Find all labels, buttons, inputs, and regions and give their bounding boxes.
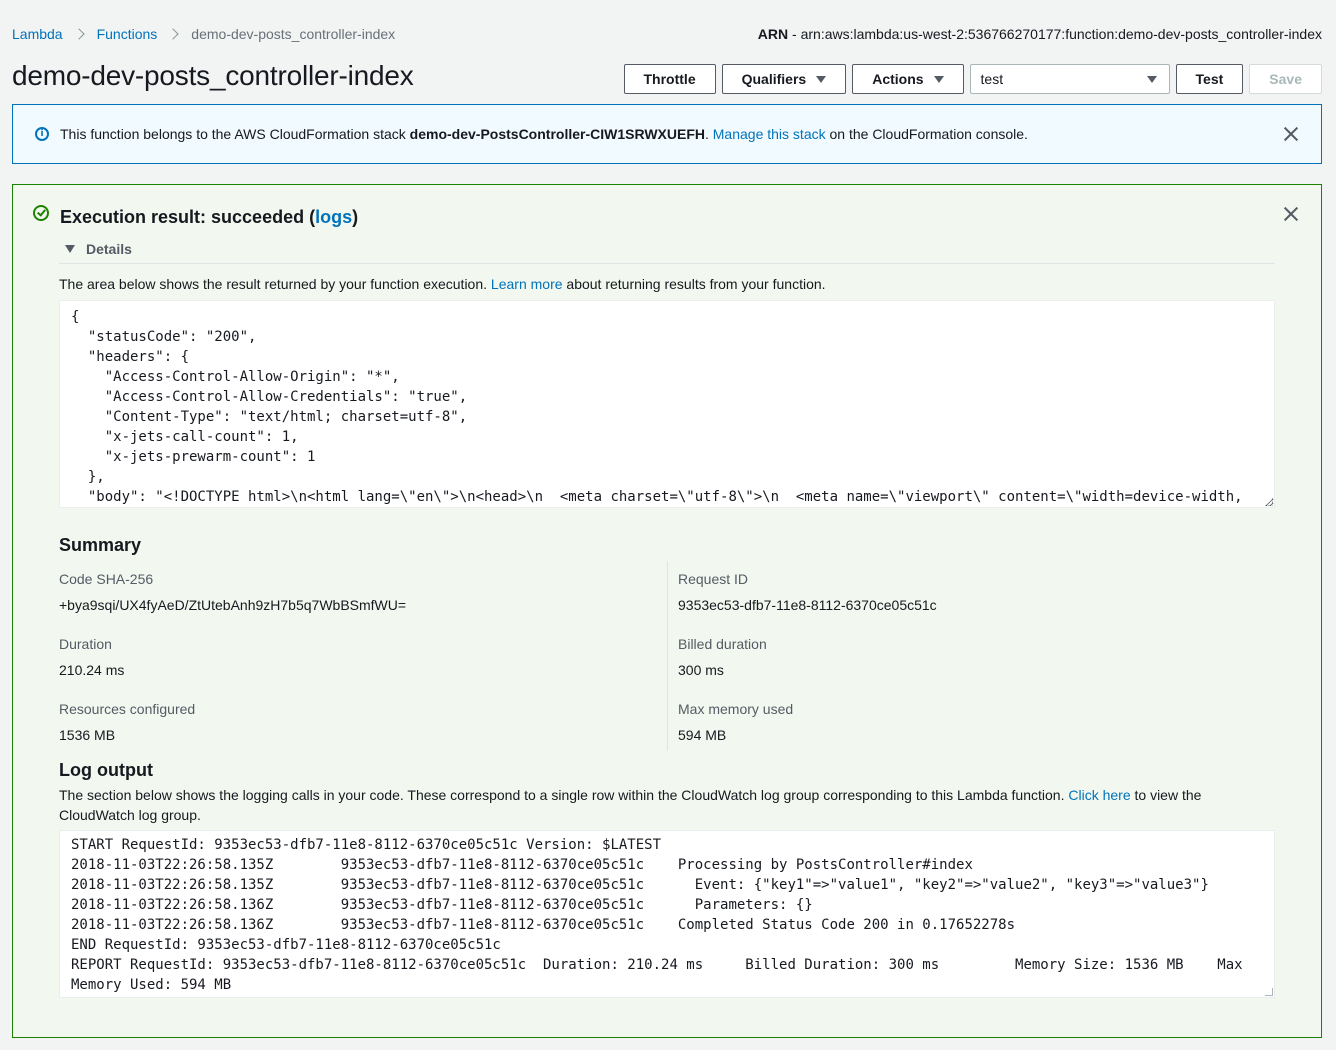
chevron-right-icon xyxy=(167,28,179,40)
summary-left-column: Code SHA-256 +bya9sqi/UX4fyAeD/ZtUtebAnh… xyxy=(59,561,619,751)
summary-resources: Resources configured 1536 MB xyxy=(59,691,619,756)
learn-more-link[interactable]: Learn more xyxy=(491,276,563,292)
summary-billed-duration: Billed duration 300 ms xyxy=(678,626,1227,691)
banner-suffix: on the CloudFormation console. xyxy=(825,126,1028,142)
summary-max-memory: Max memory used 594 MB xyxy=(678,691,1227,756)
code-sha-label: Code SHA-256 xyxy=(59,571,154,587)
page-title: demo-dev-posts_controller-index xyxy=(12,60,414,91)
actions-label: Actions xyxy=(872,71,924,87)
info-icon: i xyxy=(35,127,49,141)
actions-dropdown[interactable]: Actions xyxy=(852,64,964,94)
result-output-textarea[interactable]: { "statusCode": "200", "headers": { "Acc… xyxy=(59,300,1275,508)
result-title-suffix: ) xyxy=(352,207,359,227)
caret-down-icon xyxy=(933,75,944,83)
caret-down-icon xyxy=(816,75,827,83)
divider xyxy=(59,263,1275,264)
log-output-heading: Log output xyxy=(59,760,153,780)
summary-request-id: Request ID 9353ec53-dfb7-11e8-8112-6370c… xyxy=(678,561,1227,626)
function-toolbar: Throttle Qualifiers Actions test Test Sa… xyxy=(623,64,1322,94)
arn-value: arn:aws:lambda:us-west-2:536766270177:fu… xyxy=(800,26,1322,42)
result-description: The area below shows the result returned… xyxy=(59,276,826,292)
qualifiers-label: Qualifiers xyxy=(741,71,807,87)
check-circle-icon xyxy=(33,204,49,221)
banner-stack-name: demo-dev-PostsController-CIW1SRWXUEFH xyxy=(409,126,705,142)
banner-text: This function belongs to the AWS CloudFo… xyxy=(60,126,1028,142)
close-icon[interactable] xyxy=(1283,126,1299,142)
caret-down-icon xyxy=(1146,75,1157,83)
save-button[interactable]: Save xyxy=(1249,64,1322,94)
log-output-textarea[interactable]: START RequestId: 9353ec53-dfb7-11e8-8112… xyxy=(59,830,1275,998)
execution-result-header: Execution result: succeeded (logs) xyxy=(33,204,358,228)
result-output-text: { "statusCode": "200", "headers": { "Acc… xyxy=(71,309,1243,505)
log-output-description: The section below shows the logging call… xyxy=(59,785,1244,825)
execution-result-title: Execution result: succeeded (logs) xyxy=(60,207,358,228)
test-event-select[interactable]: test xyxy=(969,64,1170,94)
request-id-label: Request ID xyxy=(678,571,749,587)
details-label: Details xyxy=(86,241,132,257)
summary-right-column: Request ID 9353ec53-dfb7-11e8-8112-6370c… xyxy=(667,561,1227,751)
log-output-text: START RequestId: 9353ec53-dfb7-11e8-8112… xyxy=(71,837,1243,993)
qualifiers-dropdown[interactable]: Qualifiers xyxy=(721,64,847,94)
arn-label: ARN xyxy=(757,26,789,42)
arn-display: ARN - arn:aws:lambda:us-west-2:536766270… xyxy=(758,26,1322,42)
log-desc-prefix: The section below shows the logging call… xyxy=(59,787,1069,803)
breadcrumb-functions-link[interactable]: Functions xyxy=(97,26,158,42)
billed-duration-value: 300 ms xyxy=(678,662,724,678)
test-button[interactable]: Test xyxy=(1175,64,1244,94)
chevron-right-icon xyxy=(72,28,85,40)
throttle-label: Throttle xyxy=(643,71,696,87)
test-event-selected: test xyxy=(980,71,1004,87)
banner-prefix: This function belongs to the AWS CloudFo… xyxy=(60,126,410,142)
billed-duration-label: Billed duration xyxy=(678,636,767,652)
result-desc-prefix: The area below shows the result returned… xyxy=(59,276,491,292)
top-bar: Lambda Functions demo-dev-posts_controll… xyxy=(12,24,1322,44)
request-id-value: 9353ec53-dfb7-11e8-8112-6370ce05c51c xyxy=(678,597,937,613)
result-desc-suffix: about returning results from your functi… xyxy=(562,276,826,292)
execution-result-panel: Execution result: succeeded (logs) Detai… xyxy=(12,184,1322,1038)
duration-value: 210.24 ms xyxy=(59,662,125,678)
result-title-prefix: Execution result: succeeded ( xyxy=(60,207,316,227)
arn-separator: - xyxy=(788,26,801,42)
test-label: Test xyxy=(1195,71,1224,87)
logs-link[interactable]: logs xyxy=(315,207,352,227)
manage-stack-link[interactable]: Manage this stack xyxy=(713,126,826,142)
details-toggle[interactable]: Details xyxy=(65,241,132,257)
cloudformation-info-banner: i This function belongs to the AWS Cloud… xyxy=(12,104,1322,164)
resize-handle-icon[interactable] xyxy=(1265,498,1273,506)
triangle-down-icon xyxy=(65,245,75,253)
breadcrumb-current: demo-dev-posts_controller-index xyxy=(191,26,396,42)
resize-handle-icon[interactable] xyxy=(1265,988,1273,996)
breadcrumb: Lambda Functions demo-dev-posts_controll… xyxy=(12,26,395,42)
save-label: Save xyxy=(1269,71,1302,87)
banner-dot: . xyxy=(704,126,713,142)
summary-heading: Summary xyxy=(59,535,142,555)
throttle-button[interactable]: Throttle xyxy=(623,64,716,94)
resources-label: Resources configured xyxy=(59,701,196,717)
summary-grid: Code SHA-256 +bya9sqi/UX4fyAeD/ZtUtebAnh… xyxy=(59,561,1229,751)
code-sha-value: +bya9sqi/UX4fyAeD/ZtUtebAnh9zH7b5q7WbBSm… xyxy=(59,597,407,613)
resources-value: 1536 MB xyxy=(59,727,116,743)
breadcrumb-lambda-link[interactable]: Lambda xyxy=(12,26,63,42)
summary-duration: Duration 210.24 ms xyxy=(59,626,619,691)
summary-code-sha: Code SHA-256 +bya9sqi/UX4fyAeD/ZtUtebAnh… xyxy=(59,561,619,626)
max-memory-label: Max memory used xyxy=(678,701,794,717)
max-memory-value: 594 MB xyxy=(678,727,727,743)
close-icon[interactable] xyxy=(1283,206,1299,222)
duration-label: Duration xyxy=(59,636,112,652)
cloudwatch-click-here-link[interactable]: Click here xyxy=(1068,787,1130,803)
